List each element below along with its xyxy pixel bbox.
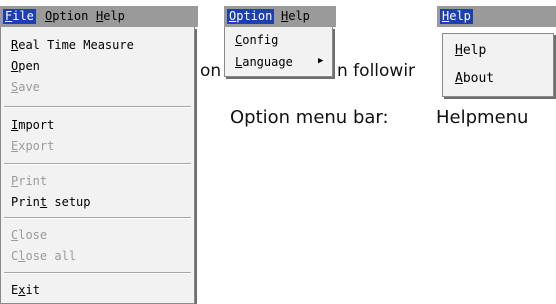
- menu-separator: [4, 217, 191, 219]
- caption-option-menu-bar: Option menu bar:: [230, 107, 389, 128]
- menu-separator: [4, 272, 191, 274]
- menubar-help[interactable]: Help: [440, 9, 473, 24]
- menu-item-import[interactable]: Import: [11, 117, 54, 133]
- menubar-file[interactable]: File: [3, 9, 36, 24]
- menu-item-open[interactable]: Open: [11, 58, 40, 74]
- option-menu: Config Language ▶: [224, 27, 333, 77]
- menubar-option[interactable]: Option: [227, 9, 275, 24]
- menu-item-export[interactable]: Export: [11, 138, 54, 154]
- menu-item-exit[interactable]: Exit: [11, 282, 40, 298]
- file-menubar: File Option Help: [0, 6, 198, 27]
- menubar-help[interactable]: Help: [94, 9, 127, 24]
- menu-item-close[interactable]: Close: [11, 227, 47, 243]
- help-menubar: Help: [437, 6, 556, 27]
- menu-item-about[interactable]: About: [455, 71, 494, 87]
- option-menubar: Option Help: [224, 6, 336, 27]
- menu-item-language[interactable]: Language: [235, 54, 293, 70]
- menu-item-save[interactable]: Save: [11, 79, 40, 95]
- submenu-arrow-icon: ▶: [318, 56, 324, 66]
- menubar-option[interactable]: Option: [43, 9, 90, 24]
- file-menu: Real Time Measure Open Save Import Expor…: [0, 27, 195, 304]
- menubar-help[interactable]: Help: [279, 9, 312, 24]
- menu-item-config[interactable]: Config: [235, 32, 278, 48]
- menu-item-help[interactable]: Help: [455, 43, 486, 59]
- menu-item-close-all[interactable]: Close all: [11, 248, 76, 264]
- caption-help-menu: Helpmenu: [436, 107, 529, 128]
- menu-separator: [4, 106, 191, 108]
- background-text-fragment: n followir: [337, 61, 416, 81]
- menu-item-print[interactable]: Print: [11, 173, 47, 189]
- menu-item-print-setup[interactable]: Print setup: [11, 194, 91, 210]
- menu-item-real-time-measure[interactable]: Real Time Measure: [11, 37, 134, 53]
- menu-separator: [4, 163, 191, 165]
- help-menu: Help About: [442, 33, 554, 97]
- background-text-fragment: on: [200, 61, 222, 81]
